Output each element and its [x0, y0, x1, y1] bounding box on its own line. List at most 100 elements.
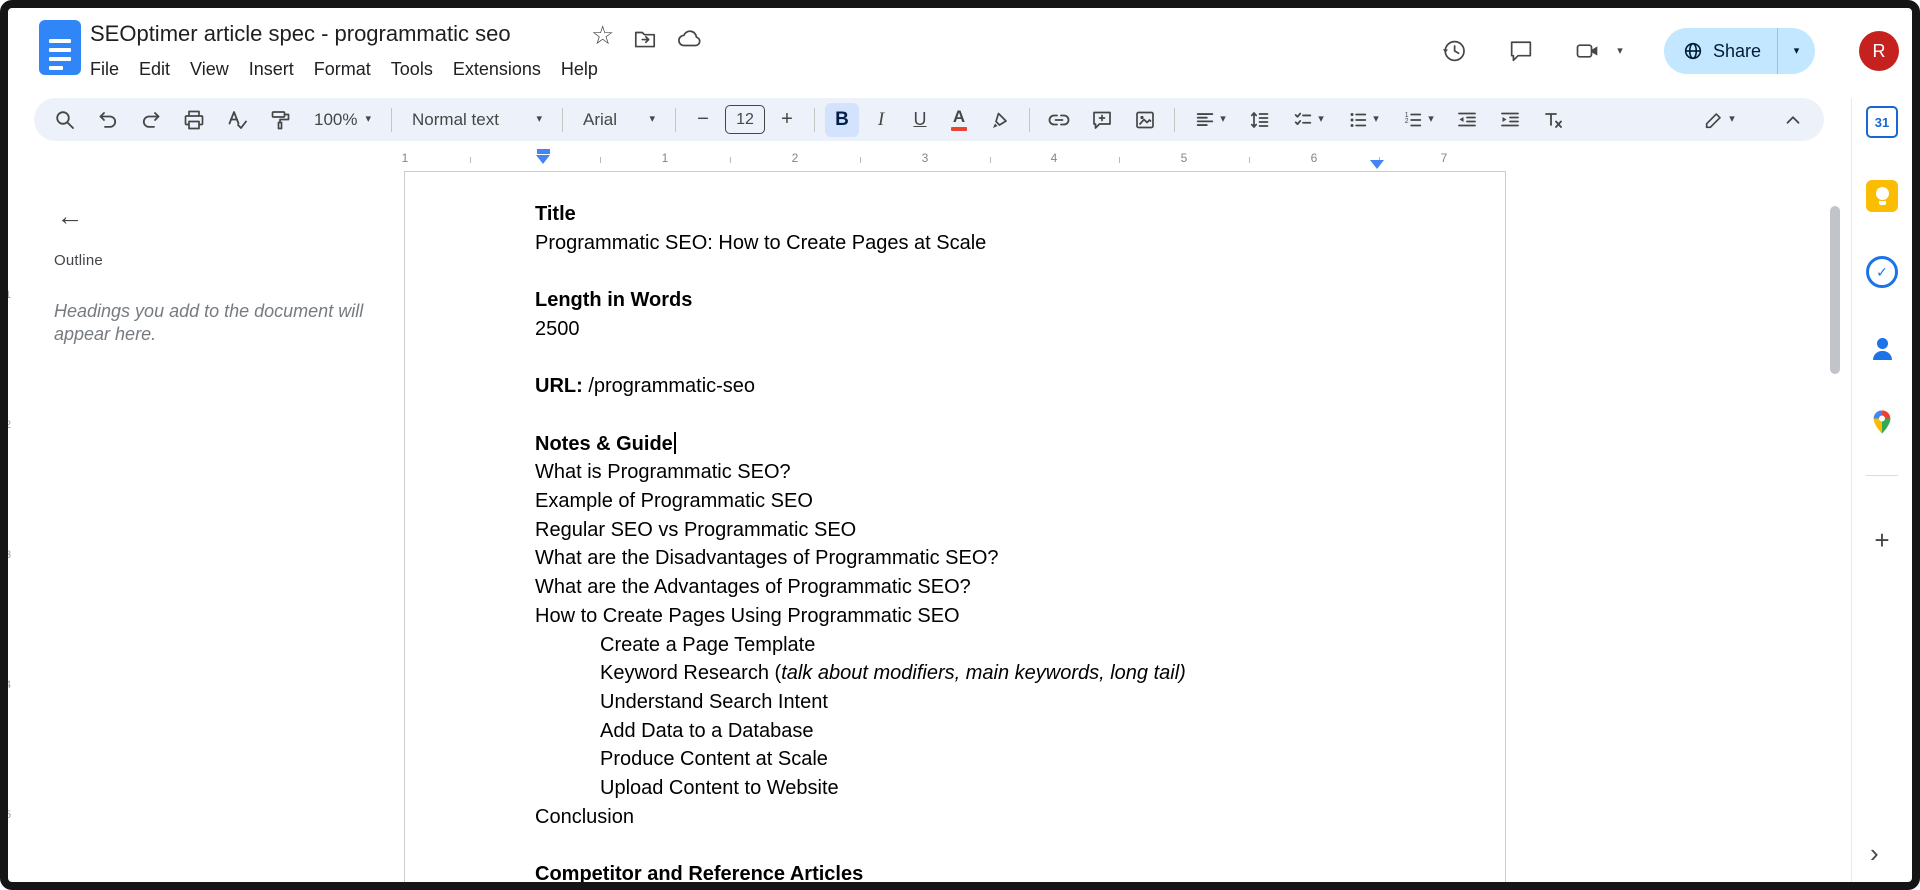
- zoom-value: 100%: [314, 110, 357, 130]
- doc-text-segment: Add Data to a Database: [600, 720, 813, 742]
- doc-line: 2500: [535, 315, 1415, 344]
- decrease-font-size-button[interactable]: −: [686, 103, 720, 137]
- menu-insert[interactable]: Insert: [239, 56, 304, 83]
- doc-line: Create a Page Template: [535, 631, 1415, 660]
- cloud-saved-icon[interactable]: [676, 26, 704, 52]
- decrease-indent-button[interactable]: [1448, 103, 1486, 137]
- format-toolbar: 100% ▾ Normal text ▾ Arial ▾ − 12 + B I …: [34, 98, 1824, 141]
- doc-text-segment: Produce Content at Scale: [600, 748, 828, 770]
- menu-help[interactable]: Help: [551, 56, 608, 83]
- vertical-scrollbar-thumb[interactable]: [1830, 206, 1840, 374]
- side-panel-separator: [1866, 475, 1898, 476]
- font-size-input[interactable]: 12: [725, 105, 765, 134]
- increase-font-size-button[interactable]: +: [770, 103, 804, 137]
- print-button[interactable]: [175, 103, 213, 137]
- doc-line: [535, 831, 1415, 860]
- doc-text-segment: Competitor and Reference Articles: [535, 863, 863, 885]
- doc-text-segment: Programmatic SEO: How to Create Pages at…: [535, 232, 986, 254]
- doc-line: URL: /programmatic-seo: [535, 372, 1415, 401]
- highlight-color-button[interactable]: [981, 103, 1019, 137]
- doc-text-segment: Understand Search Intent: [600, 691, 828, 713]
- account-avatar[interactable]: R: [1859, 31, 1899, 71]
- vertical-ruler-number: 1: [5, 289, 11, 301]
- numbered-list-button[interactable]: 12 ▾: [1393, 103, 1443, 137]
- caret-down-icon: ▾: [1729, 114, 1735, 125]
- google-maps-icon[interactable]: [1866, 406, 1898, 438]
- toolbar-divider: [391, 108, 392, 132]
- video-call-icon[interactable]: [1569, 32, 1607, 70]
- checklist-button[interactable]: ▾: [1283, 103, 1333, 137]
- zoom-select[interactable]: 100% ▾: [304, 103, 381, 137]
- check-icon: ✓: [1876, 264, 1888, 281]
- menu-tools[interactable]: Tools: [381, 56, 443, 83]
- move-to-folder-icon[interactable]: [632, 26, 658, 52]
- spellcheck-button[interactable]: [218, 103, 256, 137]
- document-page[interactable]: TitleProgrammatic SEO: How to Create Pag…: [404, 171, 1506, 882]
- doc-line: What are the Advantages of Programmatic …: [535, 573, 1415, 602]
- google-docs-logo[interactable]: [39, 20, 81, 75]
- share-button[interactable]: Share: [1664, 28, 1777, 74]
- ruler-number: 2: [792, 151, 799, 165]
- bulleted-list-button[interactable]: ▾: [1338, 103, 1388, 137]
- italic-button[interactable]: I: [864, 103, 898, 137]
- font-select[interactable]: Arial ▾: [573, 103, 665, 137]
- undo-button[interactable]: [89, 103, 127, 137]
- get-add-ons-button[interactable]: +: [1866, 524, 1898, 556]
- version-history-icon[interactable]: [1435, 32, 1473, 70]
- menu-extensions[interactable]: Extensions: [443, 56, 551, 83]
- menu-file[interactable]: File: [80, 56, 129, 83]
- ruler-number: 1: [402, 151, 409, 165]
- document-title-input[interactable]: SEOptimer article spec - programmatic se…: [90, 21, 511, 47]
- collapse-toolbar-button[interactable]: [1774, 103, 1812, 137]
- menu-edit[interactable]: Edit: [129, 56, 180, 83]
- first-line-indent-marker[interactable]: [537, 149, 550, 154]
- doc-line: Notes & Guide: [535, 430, 1415, 459]
- text-color-button[interactable]: A: [942, 103, 976, 137]
- paint-format-button[interactable]: [261, 103, 299, 137]
- doc-line: Keyword Research (talk about modifiers, …: [535, 659, 1415, 688]
- comments-icon[interactable]: [1502, 32, 1540, 70]
- google-calendar-icon[interactable]: 31: [1866, 106, 1898, 138]
- insert-link-button[interactable]: [1040, 103, 1078, 137]
- ruler-number: 4: [1051, 151, 1058, 165]
- toolbar-divider: [1029, 108, 1030, 132]
- video-call-caret-icon[interactable]: ▾: [1608, 32, 1632, 70]
- calendar-day-label: 31: [1875, 115, 1889, 130]
- toolbar-divider: [675, 108, 676, 132]
- underline-button[interactable]: U: [903, 103, 937, 137]
- increase-indent-button[interactable]: [1491, 103, 1529, 137]
- add-comment-button[interactable]: [1083, 103, 1121, 137]
- font-value: Arial: [583, 110, 617, 130]
- align-button[interactable]: ▾: [1185, 103, 1235, 137]
- redo-button[interactable]: [132, 103, 170, 137]
- share-options-caret[interactable]: ▾: [1777, 28, 1815, 74]
- editing-mode-button[interactable]: ▾: [1694, 103, 1744, 137]
- bold-button[interactable]: B: [825, 103, 859, 137]
- show-side-panel-button[interactable]: ›: [1870, 838, 1879, 869]
- doc-text-segment: What is Programmatic SEO?: [535, 461, 791, 483]
- style-value: Normal text: [412, 110, 499, 130]
- line-spacing-button[interactable]: [1240, 103, 1278, 137]
- document-text[interactable]: TitleProgrammatic SEO: How to Create Pag…: [535, 200, 1415, 889]
- menu-format[interactable]: Format: [304, 56, 381, 83]
- clear-formatting-button[interactable]: [1534, 103, 1572, 137]
- doc-line: Example of Programmatic SEO: [535, 487, 1415, 516]
- google-tasks-icon[interactable]: ✓: [1866, 256, 1898, 288]
- star-document-icon[interactable]: ☆: [591, 22, 614, 48]
- header-bar: SEOptimer article spec - programmatic se…: [8, 8, 1912, 92]
- menu-view[interactable]: View: [180, 56, 239, 83]
- paragraph-styles-select[interactable]: Normal text ▾: [402, 103, 552, 137]
- left-indent-marker[interactable]: [536, 155, 550, 164]
- doc-text-segment: Keyword Research (: [600, 662, 781, 684]
- close-outline-button[interactable]: ←: [50, 196, 90, 236]
- share-button-label: Share: [1713, 41, 1761, 62]
- google-contacts-icon[interactable]: [1866, 332, 1898, 364]
- search-menus-button[interactable]: [46, 103, 84, 137]
- docs-logo-lines: [49, 39, 71, 70]
- google-keep-icon[interactable]: [1866, 180, 1898, 212]
- doc-line: Competitor and Reference Articles: [535, 860, 1415, 889]
- person-body: [1873, 351, 1892, 360]
- caret-down-icon: ▾: [365, 114, 371, 125]
- right-indent-marker[interactable]: [1370, 160, 1384, 169]
- insert-image-button[interactable]: [1126, 103, 1164, 137]
